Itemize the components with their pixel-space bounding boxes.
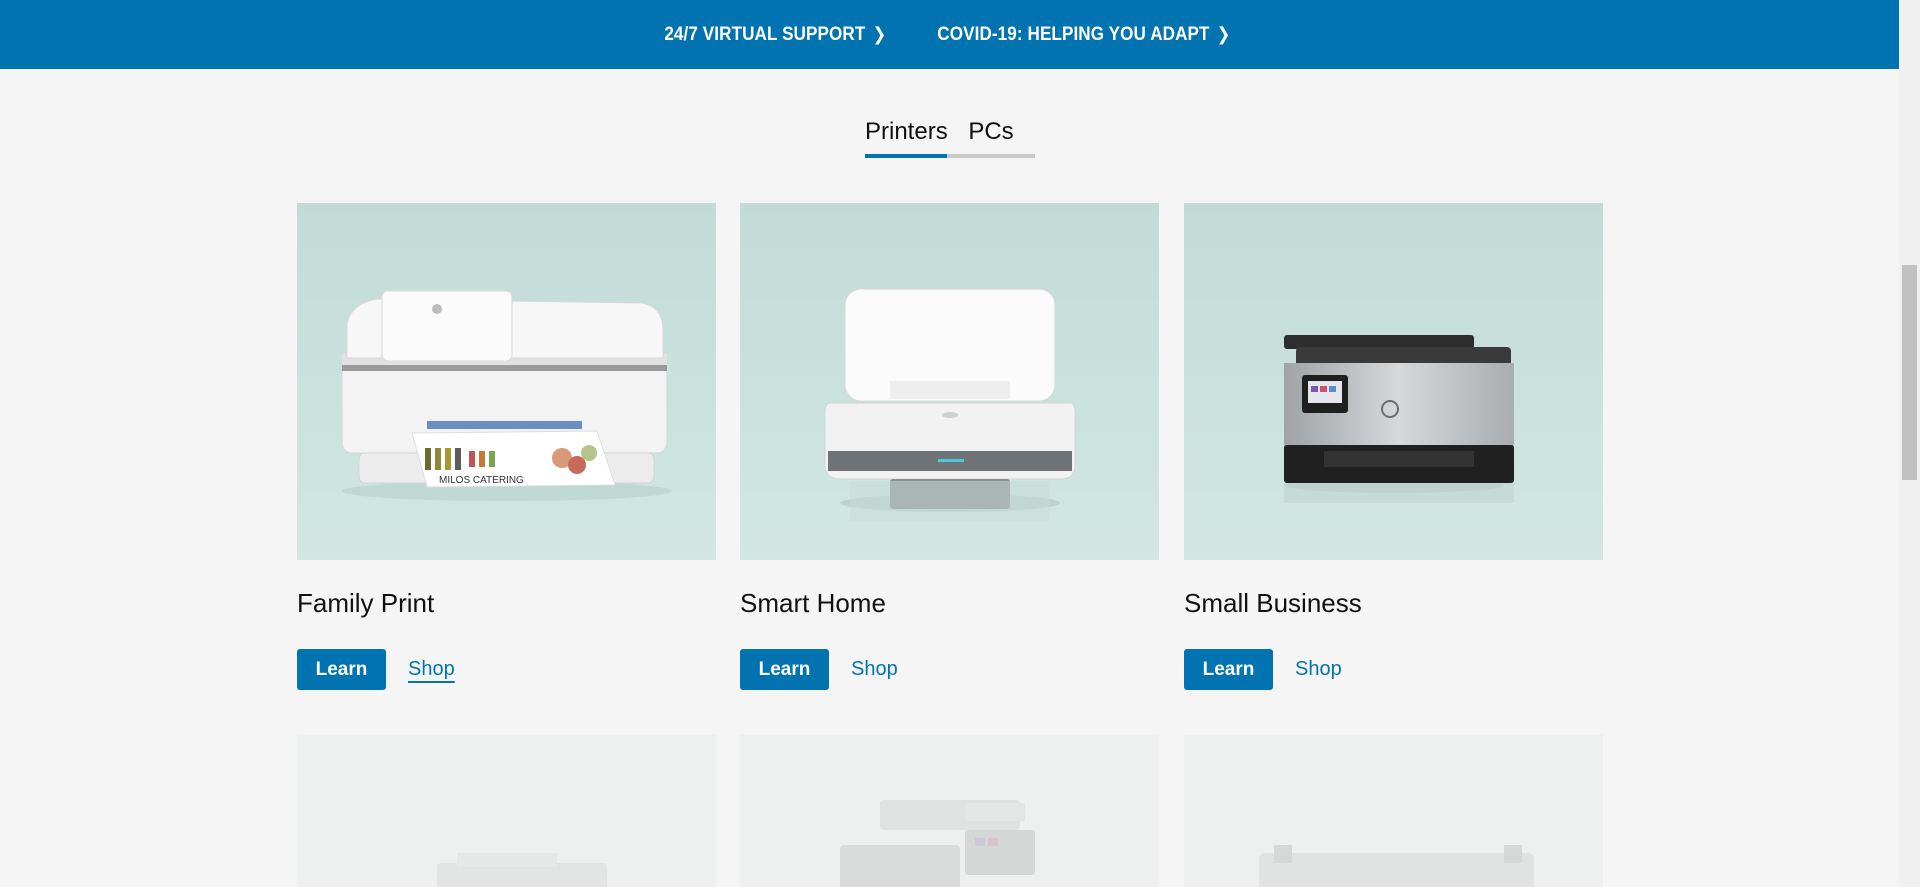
family-print-image[interactable]: MILOS CATERING (297, 203, 716, 560)
learn-button[interactable]: Learn (297, 649, 386, 690)
shop-link[interactable]: Shop (1295, 658, 1342, 681)
smart-home-image[interactable] (740, 203, 1159, 560)
scrollbar-thumb[interactable] (1902, 265, 1917, 480)
learn-button[interactable]: Learn (740, 649, 829, 690)
tab-printers[interactable]: Printers (865, 118, 948, 158)
covid-label: COVID-19: HELPING YOU ADAPT (937, 23, 1210, 45)
product-card-faded (1184, 735, 1603, 887)
card-title: Smart Home (740, 588, 886, 618)
top-banner: 24/7 VIRTUAL SUPPORT ❯ COVID-19: HELPING… (0, 0, 1899, 69)
shop-link[interactable]: Shop (408, 658, 455, 681)
card-actions: Learn Shop (740, 649, 1159, 690)
inkjet-printer-icon: MILOS CATERING (341, 290, 672, 501)
product-tabs: Printers PCs (865, 118, 1035, 158)
chevron-right-icon: ❯ (872, 24, 887, 44)
virtual-support-link[interactable]: 24/7 VIRTUAL SUPPORT ❯ (665, 24, 887, 46)
virtual-support-label: 24/7 VIRTUAL SUPPORT (664, 23, 866, 45)
compact-printer-icon (824, 288, 1076, 521)
learn-button[interactable]: Learn (1184, 649, 1273, 690)
office-printer-icon (1284, 335, 1514, 503)
card-title: Small Business (1184, 588, 1362, 618)
card-actions: Learn Shop (1184, 649, 1603, 690)
product-card-small-business: Small Business Learn Shop (1184, 203, 1603, 690)
product-card-faded (740, 735, 1159, 887)
small-business-image[interactable] (1184, 203, 1603, 560)
card-actions: Learn Shop (297, 649, 716, 690)
svg-text:MILOS CATERING: MILOS CATERING (439, 475, 524, 486)
product-card-family-print: MILOS CATERING Family Print Learn Shop (297, 203, 716, 690)
card-title: Family Print (297, 588, 435, 618)
product-card-faded (297, 735, 716, 887)
printer-icon (437, 853, 607, 887)
covid-link[interactable]: COVID-19: HELPING YOU ADAPT ❯ (937, 24, 1230, 46)
product-card-smart-home: Smart Home Learn Shop (740, 203, 1159, 690)
printer-icon (1259, 845, 1534, 887)
page-scrollbar[interactable] (1899, 0, 1920, 887)
tab-pcs[interactable]: PCs (947, 118, 1035, 158)
shop-link[interactable]: Shop (851, 658, 898, 681)
chevron-right-icon: ❯ (1216, 24, 1231, 44)
printer-icon (840, 800, 1035, 887)
